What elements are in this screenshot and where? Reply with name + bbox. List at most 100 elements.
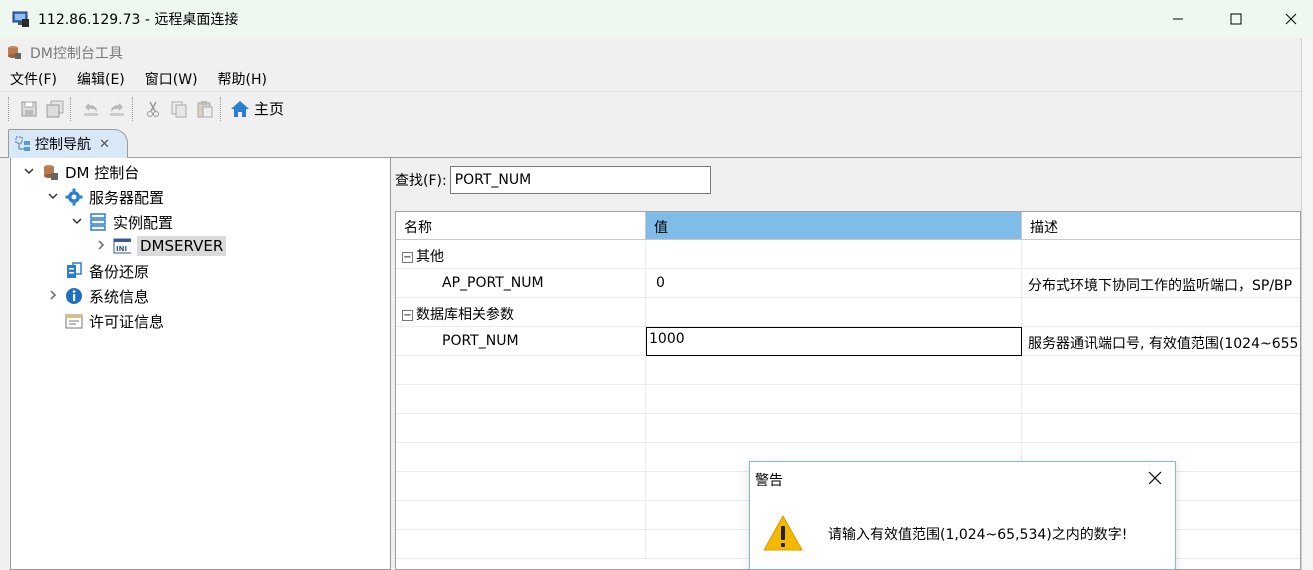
save-button[interactable] (17, 97, 41, 121)
tree-label: 服务器配置 (89, 188, 165, 207)
tree-label: DM 控制台 (65, 163, 140, 182)
menu-file[interactable]: 文件(F) (0, 66, 67, 90)
table-group-row[interactable]: − 其他 (396, 240, 1300, 269)
column-header-name[interactable]: 名称 (396, 212, 646, 240)
list-icon (89, 213, 107, 231)
column-header-value[interactable]: 值 (646, 212, 1022, 240)
app-title: DM控制台工具 (30, 46, 123, 62)
window-edge (1301, 38, 1313, 570)
toolbar-grip (8, 96, 12, 121)
column-header-description[interactable]: 描述 (1022, 212, 1300, 240)
app-titlebar: DM控制台工具 (0, 38, 1301, 66)
copy-icon (171, 101, 187, 117)
param-value[interactable]: 0 (646, 269, 1022, 298)
save-all-icon (46, 100, 64, 117)
menu-window[interactable]: 窗口(W) (135, 66, 208, 90)
tab-control-navigation[interactable]: 控制导航 ✕ (8, 129, 128, 158)
group-cell: − 数据库相关参数 (402, 298, 646, 327)
tree-item-license-info[interactable]: 许可证信息 (45, 309, 164, 333)
table-row[interactable]: AP_PORT_NUM 0 分布式环境下协同工作的监听端口，SP/BP (396, 269, 1300, 298)
save-all-button[interactable] (43, 97, 67, 121)
group-collapse-icon[interactable]: − (402, 252, 413, 263)
save-icon (21, 101, 37, 116)
tab-label: 控制导航 (35, 137, 91, 153)
group-label: 其他 (416, 249, 444, 265)
dialog-title: 警告 (755, 473, 783, 489)
license-icon (65, 312, 83, 330)
collapse-chevron-icon[interactable] (21, 165, 37, 180)
empty-row (396, 356, 1300, 385)
tree-item-instance-config[interactable]: 实例配置 (69, 210, 173, 234)
home-button[interactable]: 主页 (230, 98, 284, 119)
database-icon (41, 163, 59, 181)
tree-label: 备份还原 (89, 262, 150, 281)
expand-chevron-icon[interactable] (45, 289, 61, 304)
maximize-button[interactable] (1207, 0, 1265, 38)
paste-button[interactable] (193, 97, 217, 121)
tree-item-system-info[interactable]: 系统信息 (45, 284, 149, 308)
close-icon (1148, 471, 1162, 485)
svg-text:INI: INI (116, 245, 127, 253)
group-label: 数据库相关参数 (416, 307, 514, 323)
group-cell: − 其他 (402, 240, 646, 269)
toolbar-grip (220, 96, 224, 121)
menu-help[interactable]: 帮助(H) (208, 66, 277, 90)
minimize-icon (1173, 18, 1183, 20)
warning-icon (762, 514, 804, 552)
dm-app-icon (6, 44, 22, 60)
gear-icon (65, 188, 83, 206)
tree-item-backup-restore[interactable]: 备份还原 (45, 259, 149, 283)
expand-chevron-icon[interactable] (93, 239, 109, 254)
tree-item-dm-console[interactable]: DM 控制台 (21, 160, 139, 184)
collapse-chevron-icon[interactable] (69, 215, 85, 230)
close-icon (1285, 13, 1297, 25)
find-label: 查找(F): (395, 173, 447, 189)
tree-item-server-config[interactable]: 服务器配置 (45, 185, 164, 209)
undo-icon (84, 102, 98, 116)
toolbar-grip (70, 96, 74, 121)
info-icon (65, 287, 83, 305)
navigation-icon (15, 136, 30, 151)
cut-icon (147, 101, 159, 117)
copy-button[interactable] (167, 97, 191, 121)
param-name: AP_PORT_NUM (396, 269, 646, 298)
navigation-tree: DM 控制台 服务器配置 实例配置 INI DMSERVER 备份还原 系统信息… (10, 158, 391, 570)
toolbar: 主页 (0, 91, 1301, 125)
remote-desktop-title: 112.86.129.73 - 远程桌面连接 (38, 12, 239, 28)
param-name: PORT_NUM (396, 327, 646, 356)
backup-icon (65, 262, 83, 280)
param-value-editor[interactable]: 1000 (646, 327, 1022, 356)
warning-dialog: 警告 请输入有效值范围(1,024~65,534)之内的数字! (749, 461, 1176, 570)
dialog-close-button[interactable] (1145, 468, 1165, 488)
tab-close-icon[interactable]: ✕ (99, 137, 110, 152)
collapse-chevron-icon[interactable] (45, 190, 61, 205)
table-group-row[interactable]: − 数据库相关参数 (396, 298, 1300, 327)
menu-edit[interactable]: 编辑(E) (67, 66, 135, 90)
dialog-message: 请输入有效值范围(1,024~65,534)之内的数字! (828, 527, 1128, 543)
find-row: 查找(F): (395, 166, 711, 194)
find-input[interactable] (449, 166, 711, 194)
tree-label: DMSERVER (137, 236, 227, 256)
tree-label: 许可证信息 (89, 312, 165, 331)
home-icon (231, 100, 249, 117)
menu-bar: 文件(F) 编辑(E) 窗口(W) 帮助(H) (0, 66, 1301, 90)
close-window-button[interactable] (1262, 0, 1313, 38)
cut-button[interactable] (141, 97, 165, 121)
remote-desktop-titlebar: 112.86.129.73 - 远程桌面连接 (0, 0, 1313, 38)
tree-label: 系统信息 (89, 287, 150, 306)
redo-icon (110, 102, 124, 116)
maximize-icon (1230, 13, 1242, 25)
tree-label: 实例配置 (113, 213, 174, 232)
minimize-button[interactable] (1149, 0, 1207, 38)
tree-item-dmserver[interactable]: INI DMSERVER (93, 234, 227, 258)
ini-file-icon: INI (113, 237, 131, 255)
home-label: 主页 (254, 100, 285, 118)
redo-button[interactable] (105, 97, 129, 121)
remote-desktop-icon (12, 10, 30, 28)
paste-icon (197, 100, 213, 117)
view-tabstrip: 控制导航 ✕ (0, 126, 1301, 158)
table-row[interactable]: PORT_NUM 1000 服务器通讯端口号, 有效值范围(1024~655 (396, 327, 1300, 356)
undo-button[interactable] (79, 97, 103, 121)
empty-row (396, 414, 1300, 443)
group-collapse-icon[interactable]: − (402, 310, 413, 321)
